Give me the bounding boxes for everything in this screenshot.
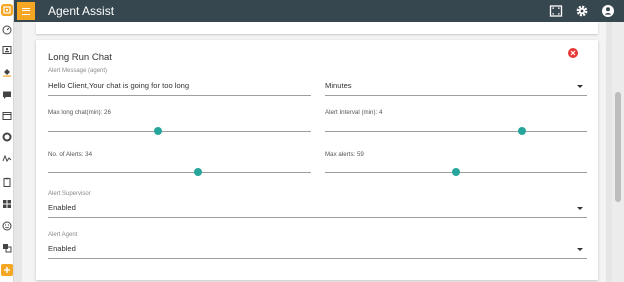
main-content: Long Run Chat Alert Message (agent) Hell… — [22, 22, 606, 282]
donut-icon[interactable] — [1, 131, 13, 143]
alert-agent-select[interactable]: Enabled — [48, 241, 587, 259]
grid-icon[interactable] — [1, 198, 13, 210]
alert-message-label: Alert Message (agent) — [48, 68, 108, 74]
close-button[interactable] — [568, 48, 578, 58]
alert-interval-label: Alert Interval (min): 4 — [325, 109, 383, 116]
top-app-bar: Agent Assist — [14, 0, 624, 22]
signature-icon[interactable] — [1, 153, 13, 165]
card-title: Long Run Chat — [48, 52, 112, 63]
chevron-down-icon — [577, 207, 583, 210]
page-scrollbar[interactable] — [612, 22, 624, 282]
chevron-down-icon — [577, 248, 583, 251]
slider-thumb[interactable] — [154, 127, 163, 135]
paint-bucket-icon[interactable] — [1, 66, 13, 78]
slider-thumb[interactable] — [517, 127, 526, 135]
alert-supervisor-underline — [48, 217, 587, 218]
no-of-alerts-slider[interactable] — [48, 168, 311, 176]
close-icon — [570, 50, 576, 56]
settings-icon[interactable] — [575, 4, 589, 18]
slider-track — [48, 131, 311, 132]
unit-select-value: Minutes — [325, 81, 352, 90]
brand-logo-icon[interactable] — [1, 4, 13, 16]
scrollbar-thumb[interactable] — [615, 92, 621, 202]
alert-agent-label: Alert Agent — [48, 232, 78, 238]
max-long-chat-label: Max long chat(min): 26 — [48, 109, 111, 116]
unit-select[interactable]: Minutes — [325, 78, 587, 96]
alert-supervisor-select[interactable]: Enabled — [48, 200, 587, 218]
alert-supervisor-label: Alert Supervisor — [48, 191, 91, 197]
slider-thumb[interactable] — [452, 168, 460, 176]
unit-select-underline — [325, 95, 587, 96]
chevron-down-icon — [577, 85, 583, 88]
smiley-icon[interactable] — [1, 220, 13, 232]
slider-thumb[interactable] — [193, 168, 202, 176]
chat-icon[interactable] — [1, 89, 13, 101]
max-alerts-slider[interactable] — [325, 168, 587, 176]
hamburger-icon — [22, 7, 30, 15]
slider-track — [325, 131, 587, 132]
max-long-chat-slider[interactable] — [48, 127, 311, 135]
window-icon[interactable] — [1, 110, 13, 122]
clipboard-icon[interactable] — [1, 176, 13, 188]
alert-interval-slider[interactable] — [325, 127, 587, 135]
alert-message-underline — [48, 95, 311, 96]
screen-capture-icon[interactable] — [549, 4, 563, 18]
long-run-chat-card: Long Run Chat Alert Message (agent) Hell… — [36, 40, 598, 280]
contact-card-icon[interactable] — [1, 44, 13, 56]
slider-track — [48, 172, 311, 173]
alert-agent-underline — [48, 258, 587, 259]
account-icon[interactable] — [601, 4, 615, 18]
speedometer-icon[interactable] — [1, 24, 13, 36]
previous-card — [36, 22, 598, 34]
hamburger-menu-button[interactable] — [17, 2, 35, 20]
max-alerts-label: Max alerts: 59 — [325, 151, 364, 158]
alert-supervisor-value: Enabled — [48, 203, 76, 212]
add-icon[interactable] — [1, 264, 13, 276]
alert-message-input[interactable]: Hello Client,Your chat is going for too … — [48, 81, 189, 90]
translate-icon[interactable] — [1, 242, 13, 254]
alert-agent-value: Enabled — [48, 244, 76, 253]
app-title: Agent Assist — [48, 4, 115, 18]
side-rail — [0, 0, 14, 282]
no-of-alerts-label: No. of Alerts: 34 — [48, 151, 93, 158]
